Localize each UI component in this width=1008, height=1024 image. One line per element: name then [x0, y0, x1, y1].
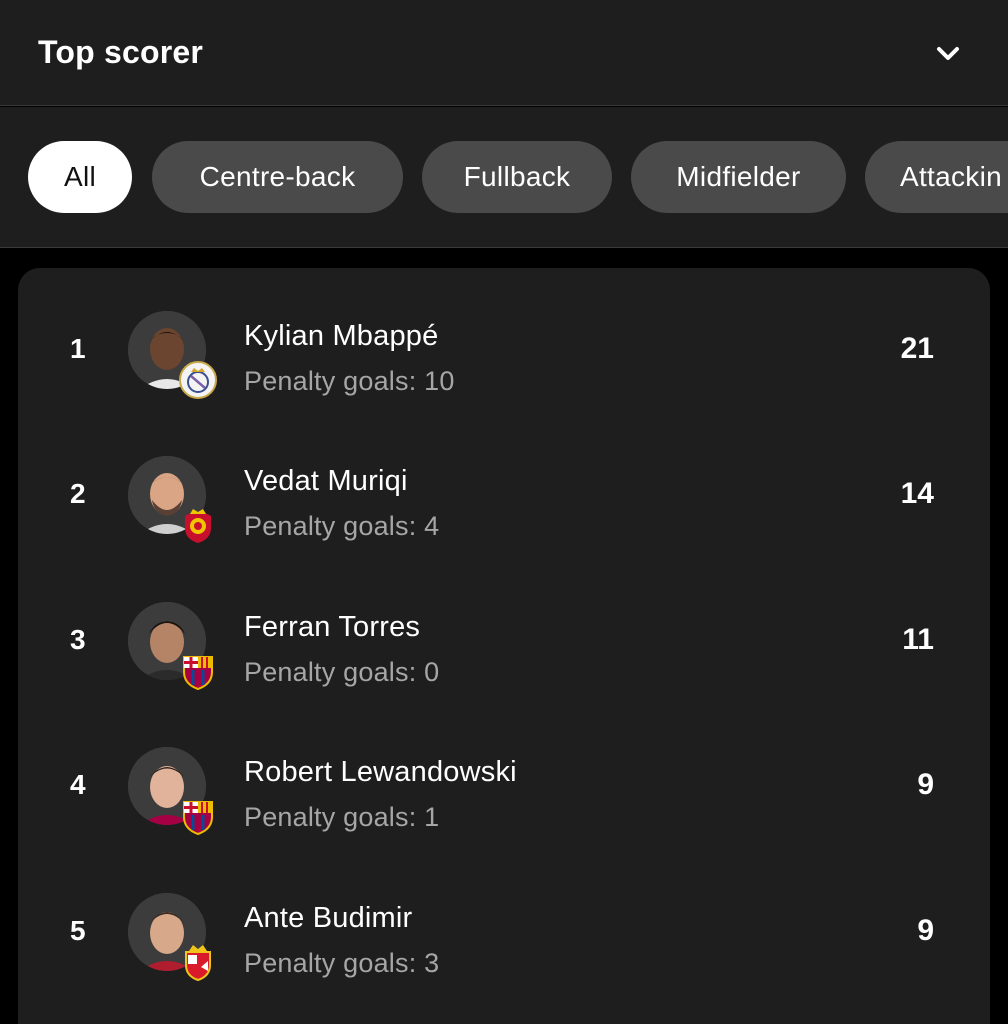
rank-number: 3 — [70, 624, 86, 655]
mallorca-badge-icon — [185, 509, 211, 543]
top-scorer-header[interactable]: Top scorer — [0, 0, 1008, 106]
goal-count: 11 — [902, 623, 934, 656]
goal-count: 21 — [900, 332, 934, 365]
page-title: Top scorer — [38, 34, 203, 70]
filter-chip-centre-back[interactable]: Centre-back — [152, 141, 403, 213]
list-item[interactable]: 3 Ferran Torres Penalty goals: 0 11 — [18, 567, 990, 713]
filter-chip-all[interactable]: All — [28, 141, 132, 213]
player-name: Kylian Mbappé — [244, 320, 439, 352]
rank-number: 2 — [70, 478, 86, 509]
real-madrid-badge-icon — [179, 361, 217, 399]
barcelona-badge-icon — [183, 801, 213, 835]
goal-count: 9 — [917, 768, 934, 801]
filter-chip-midfielder[interactable]: Midfielder — [631, 141, 846, 213]
list-item[interactable]: 5 Ante Budimir Penalty goals: 3 9 — [18, 858, 990, 1004]
penalty-goals: Penalty goals: 3 — [244, 948, 440, 978]
position-filter-bar: All Centre-back Fullback Midfielder Atta… — [0, 107, 1008, 248]
list-item[interactable]: 4 Robert Lewandowski Penalty goals: 1 9 — [18, 712, 990, 858]
list-item[interactable]: 2 Vedat Muriqi Penalty goals: 4 14 — [18, 421, 990, 567]
penalty-goals: Penalty goals: 1 — [244, 802, 440, 832]
barcelona-badge-icon — [183, 656, 213, 690]
player-name: Ante Budimir — [244, 902, 413, 934]
filter-chip-attacking[interactable]: Attackin — [865, 141, 1008, 213]
chevron-down-icon[interactable] — [930, 38, 966, 68]
penalty-goals: Penalty goals: 4 — [244, 511, 440, 541]
filter-chip-fullback[interactable]: Fullback — [422, 141, 612, 213]
goal-count: 14 — [900, 477, 934, 510]
list-item[interactable]: 1 Kylian Mbappé Penalty goals: 10 21 — [18, 276, 990, 422]
osasuna-badge-icon — [185, 945, 211, 981]
player-name: Ferran Torres — [244, 611, 421, 643]
player-name: Robert Lewandowski — [244, 756, 517, 788]
rank-number: 4 — [70, 769, 86, 800]
penalty-goals: Penalty goals: 0 — [244, 657, 440, 687]
rank-number: 1 — [70, 333, 86, 364]
rank-number: 5 — [70, 915, 86, 946]
penalty-goals: Penalty goals: 10 — [244, 366, 455, 396]
top-scorer-page: Top scorer All Centre-back Fullback Midf… — [0, 0, 1008, 1024]
goal-count: 9 — [917, 914, 934, 947]
scorer-list: 1 Kylian Mbappé Penalty goals: 10 21 2 V… — [18, 268, 990, 1024]
player-name: Vedat Muriqi — [244, 465, 408, 497]
